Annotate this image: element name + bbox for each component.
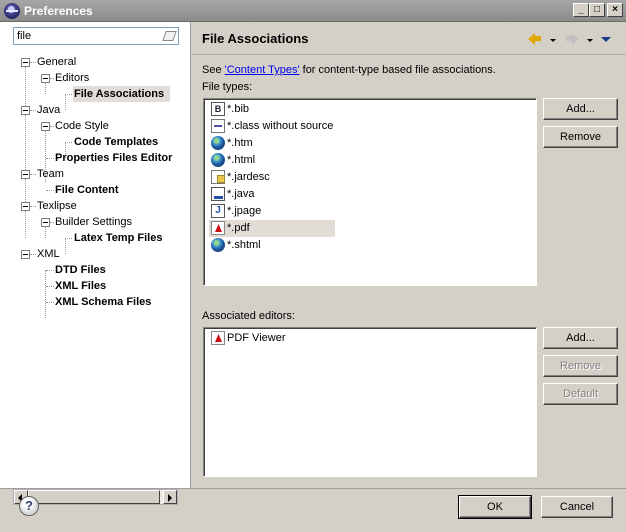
tree-item-dtd-files[interactable]: DTD Files: [0, 262, 190, 278]
tree-item-label: XML: [37, 248, 60, 260]
tree-item-label: File Content: [55, 184, 119, 196]
add-file-type-button[interactable]: Add...: [543, 98, 618, 120]
filter-input[interactable]: [17, 29, 157, 43]
clear-filter-icon[interactable]: [162, 31, 177, 41]
tree-item-label: Team: [37, 168, 64, 180]
window-title: Preferences: [24, 4, 93, 18]
tree-item-label: Editors: [55, 72, 90, 84]
collapse-icon[interactable]: [21, 170, 30, 179]
tree-item-xml-schema-files[interactable]: XML Schema Files: [0, 294, 190, 310]
pdf-file-icon: [211, 331, 225, 345]
cancel-button[interactable]: Cancel: [541, 496, 613, 518]
default-editor-button[interactable]: Default: [543, 383, 618, 405]
collapse-icon[interactable]: [21, 202, 30, 211]
tree-item-label: File Associations: [73, 86, 171, 102]
file-type-label: *.class without source: [227, 120, 334, 132]
tree-item-file-associations[interactable]: File Associations: [0, 86, 190, 102]
web-file-icon: [211, 136, 225, 150]
scroll-right-button[interactable]: [163, 490, 177, 504]
tree-item-java[interactable]: Java: [0, 102, 190, 118]
scroll-thumb[interactable]: [28, 490, 160, 504]
file-types-label: File types:: [202, 81, 253, 93]
content-types-link[interactable]: 'Content Types': [225, 64, 300, 76]
tree-item-editors[interactable]: Editors: [0, 70, 190, 86]
tree-item-label: Latex Temp Files: [74, 232, 163, 244]
tree-item-code-style[interactable]: Code Style: [0, 118, 190, 134]
eclipse-app-icon: [4, 3, 20, 19]
tree-item-xml[interactable]: XML: [0, 246, 190, 262]
filter-field[interactable]: [13, 27, 179, 45]
tree-item-latex-temp-files[interactable]: Latex Temp Files: [0, 230, 190, 246]
file-type-label: *.jardesc: [227, 171, 270, 183]
description-prefix: See: [202, 64, 225, 76]
editor-label: PDF Viewer: [227, 332, 286, 344]
tree-item-file-content[interactable]: File Content: [0, 182, 190, 198]
file-type-label: *.bib: [227, 103, 250, 115]
file-type-label: *.java: [227, 188, 255, 200]
tree-item-label: Java: [37, 104, 61, 116]
file-type-label: *.htm: [227, 137, 253, 149]
header-divider: [192, 54, 626, 55]
associated-editors-list[interactable]: PDF Viewer: [203, 327, 537, 477]
footer-divider: [0, 488, 626, 489]
jpage-file-icon: J: [211, 204, 225, 218]
web-file-icon: [211, 153, 225, 167]
content-types-description: See 'Content Types' for content-type bas…: [202, 64, 496, 76]
collapse-icon[interactable]: [21, 58, 30, 67]
tree-item-label: Code Templates: [74, 136, 159, 148]
file-type-label: *.html: [227, 154, 256, 166]
collapse-icon[interactable]: [21, 250, 30, 259]
pdf-file-icon: [211, 221, 225, 235]
tree-item-label: Texlipse: [37, 200, 77, 212]
page-title: File Associations: [202, 31, 309, 46]
forward-history-dropdown-icon[interactable]: [587, 39, 593, 42]
class-file-icon: [211, 119, 225, 133]
file-type-label: *.shtml: [227, 239, 261, 251]
collapse-icon[interactable]: [41, 218, 50, 227]
maximize-button[interactable]: □: [589, 3, 605, 17]
file-types-list[interactable]: B *.bib *.class without source *.htm *.h…: [203, 98, 537, 286]
tree-item-properties-files-editor[interactable]: Properties Files Editor: [0, 150, 190, 166]
tree-item-builder-settings[interactable]: Builder Settings: [0, 214, 190, 230]
forward-arrow-icon[interactable]: [565, 31, 579, 45]
tree-item-label: DTD Files: [55, 264, 106, 276]
close-button[interactable]: ×: [607, 3, 623, 17]
file-type-label: *.pdf: [227, 222, 250, 234]
bib-file-icon: B: [211, 102, 225, 116]
ok-button[interactable]: OK: [458, 495, 532, 519]
tree-item-xml-files[interactable]: XML Files: [0, 278, 190, 294]
tree-item-general[interactable]: General: [0, 54, 190, 70]
list-item-selected[interactable]: *.pdf: [209, 220, 335, 237]
tree-item-code-templates[interactable]: Code Templates: [0, 134, 190, 150]
tree-item-label: General: [37, 56, 77, 68]
collapse-icon[interactable]: [21, 106, 30, 115]
file-type-label: *.jpage: [227, 205, 262, 217]
collapse-icon[interactable]: [41, 74, 50, 83]
help-icon[interactable]: ?: [19, 496, 39, 516]
tree-item-label: XML Schema Files: [55, 296, 152, 308]
description-suffix: for content-type based file associations…: [299, 64, 496, 76]
java-file-icon: [211, 187, 225, 201]
tree-item-team[interactable]: Team: [0, 166, 190, 182]
title-bar: Preferences _ □ ×: [0, 0, 626, 22]
remove-editor-button[interactable]: Remove: [543, 355, 618, 377]
add-editor-button[interactable]: Add...: [543, 327, 618, 349]
tree-item-label: Builder Settings: [55, 216, 133, 228]
minimize-button[interactable]: _: [573, 3, 589, 17]
jar-desc-file-icon: [211, 170, 225, 184]
tree-item-label: Code Style: [55, 120, 109, 132]
view-menu-icon[interactable]: [601, 37, 611, 42]
tree-item-texlipse[interactable]: Texlipse: [0, 198, 190, 214]
web-file-icon: [211, 238, 225, 252]
associated-editors-label: Associated editors:: [202, 310, 295, 322]
remove-file-type-button[interactable]: Remove: [543, 126, 618, 148]
tree-item-label: Properties Files Editor: [55, 152, 173, 164]
back-arrow-icon[interactable]: [528, 31, 542, 45]
collapse-icon[interactable]: [41, 122, 50, 131]
tree-item-label: XML Files: [55, 280, 107, 292]
preferences-nav-pane: General Editors File Associations Java C…: [0, 22, 191, 505]
back-history-dropdown-icon[interactable]: [550, 39, 556, 42]
